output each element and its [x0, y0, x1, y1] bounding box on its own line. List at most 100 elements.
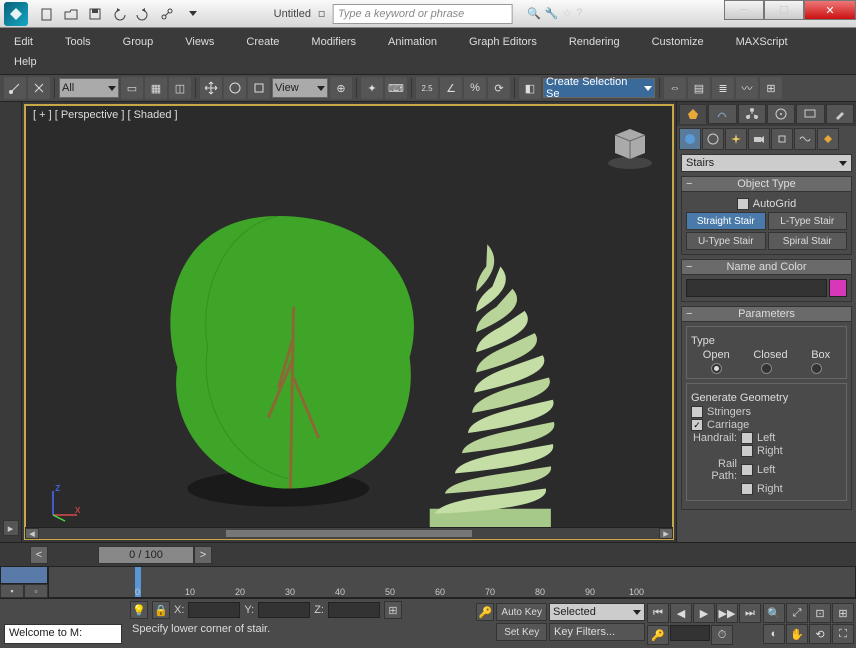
- current-frame-input[interactable]: [670, 625, 710, 641]
- move-icon[interactable]: [200, 77, 222, 99]
- schematic-icon[interactable]: ⊞: [760, 77, 782, 99]
- named-sel-icon[interactable]: ◧: [519, 77, 541, 99]
- next-frame-icon[interactable]: ▶▶: [716, 603, 738, 623]
- type-box-radio[interactable]: [811, 363, 822, 374]
- key-mode-icon[interactable]: 🔑: [476, 603, 494, 621]
- object-name-input[interactable]: [686, 279, 827, 297]
- viewport-perspective[interactable]: [ + ] [ Perspective ] [ Shaded ]: [24, 104, 674, 540]
- maximize-viewport-icon[interactable]: ⛶: [832, 624, 854, 644]
- scroll-thumb[interactable]: [225, 529, 473, 538]
- utilities-tab-icon[interactable]: [826, 104, 854, 124]
- menu-graph-editors[interactable]: Graph Editors: [463, 34, 543, 50]
- menu-animation[interactable]: Animation: [382, 34, 443, 50]
- zoom-extents-icon[interactable]: ⊡: [809, 603, 831, 623]
- menu-tools[interactable]: Tools: [59, 34, 97, 50]
- carriage-checkbox[interactable]: ✓: [691, 419, 703, 431]
- spiral-stair-button[interactable]: Spiral Stair: [768, 232, 848, 250]
- time-slider[interactable]: < 0 / 100 >: [0, 542, 856, 566]
- viewport-scrollbar[interactable]: ◂ ▸: [25, 527, 673, 539]
- motion-tab-icon[interactable]: [767, 104, 795, 124]
- object-type-rollout-header[interactable]: −Object Type: [681, 176, 852, 192]
- z-coord-input[interactable]: [328, 602, 380, 618]
- pan-icon[interactable]: ✋: [786, 624, 808, 644]
- u-type-stair-button[interactable]: U-Type Stair: [686, 232, 766, 250]
- viewcube[interactable]: [605, 121, 655, 171]
- maximize-button[interactable]: ☐: [764, 0, 804, 20]
- menu-maxscript[interactable]: MAXScript: [730, 34, 794, 50]
- menu-create[interactable]: Create: [240, 34, 285, 50]
- star-icon[interactable]: ☆: [562, 7, 572, 20]
- percent-snap-icon[interactable]: %: [464, 77, 486, 99]
- lock-selection-icon[interactable]: 💡: [130, 601, 148, 619]
- menu-edit[interactable]: Edit: [8, 34, 39, 50]
- isolate-icon[interactable]: 🔒: [152, 601, 170, 619]
- key-filter-selected-dropdown[interactable]: Selected: [549, 603, 645, 621]
- timeslider-handle[interactable]: 0 / 100: [98, 546, 194, 564]
- spinner-snap-icon[interactable]: ⟳: [488, 77, 510, 99]
- script-listener[interactable]: Welcome to M:: [4, 624, 122, 644]
- trackbar-swatch[interactable]: [0, 566, 48, 584]
- keyboard-shortcut-icon[interactable]: ⌨: [385, 77, 407, 99]
- geometry-category-icon[interactable]: [679, 128, 701, 150]
- viewport-toggle-icon[interactable]: ▸: [3, 520, 19, 536]
- zoom-icon[interactable]: 🔍: [763, 603, 785, 623]
- trackbar-mini-2-icon[interactable]: ▫: [24, 584, 48, 598]
- autogrid-checkbox[interactable]: [737, 198, 749, 210]
- scale-icon[interactable]: [248, 77, 270, 99]
- type-open-radio[interactable]: [711, 363, 722, 374]
- trackbar-mini-1-icon[interactable]: ▪: [0, 584, 24, 598]
- handrail-right-checkbox[interactable]: [741, 445, 753, 457]
- goto-start-icon[interactable]: ⏮: [647, 603, 669, 623]
- rotate-icon[interactable]: [224, 77, 246, 99]
- pivot-icon[interactable]: ⊕: [330, 77, 352, 99]
- qat-save-icon[interactable]: [84, 3, 106, 25]
- parameters-rollout-header[interactable]: −Parameters: [681, 306, 852, 322]
- select-region-icon[interactable]: ◫: [169, 77, 191, 99]
- zoom-extents-all-icon[interactable]: ⊞: [832, 603, 854, 623]
- binoculars-icon[interactable]: 🔍: [527, 7, 541, 20]
- qat-redo-icon[interactable]: [132, 3, 154, 25]
- manipulate-icon[interactable]: ✦: [361, 77, 383, 99]
- key-mode-toggle-icon[interactable]: 🔑: [647, 625, 669, 645]
- create-tab-icon[interactable]: [679, 104, 707, 124]
- menu-rendering[interactable]: Rendering: [563, 34, 626, 50]
- menu-modifiers[interactable]: Modifiers: [305, 34, 362, 50]
- type-closed-radio[interactable]: [761, 363, 772, 374]
- curve-editor-icon[interactable]: 〰: [736, 77, 758, 99]
- snap-toggle-icon[interactable]: 2.5: [416, 77, 438, 99]
- layers-icon[interactable]: ≣: [712, 77, 734, 99]
- name-color-rollout-header[interactable]: −Name and Color: [681, 259, 852, 275]
- trackbar-ruler[interactable]: 0 10 20 30 40 50 60 70 80 90 100: [48, 566, 856, 598]
- lights-category-icon[interactable]: [725, 128, 747, 150]
- railpath-right-checkbox[interactable]: [741, 483, 753, 495]
- qat-undo-icon[interactable]: [108, 3, 130, 25]
- qat-dropdown-icon[interactable]: [180, 3, 202, 25]
- y-coord-input[interactable]: [258, 602, 310, 618]
- category-dropdown[interactable]: Stairs: [681, 154, 852, 172]
- selection-filter-dropdown[interactable]: All: [59, 78, 119, 98]
- stringers-checkbox[interactable]: [691, 406, 703, 418]
- auto-key-button[interactable]: Auto Key: [496, 603, 547, 621]
- angle-snap-icon[interactable]: ∠: [440, 77, 462, 99]
- play-icon[interactable]: ▶: [693, 603, 715, 623]
- modify-tab-icon[interactable]: [708, 104, 736, 124]
- menu-customize[interactable]: Customize: [646, 34, 710, 50]
- select-link-icon[interactable]: [4, 77, 26, 99]
- ref-coord-dropdown[interactable]: View: [272, 78, 328, 98]
- scroll-left-icon[interactable]: ◂: [25, 528, 39, 539]
- shapes-category-icon[interactable]: [702, 128, 724, 150]
- helpers-category-icon[interactable]: [771, 128, 793, 150]
- cameras-category-icon[interactable]: [748, 128, 770, 150]
- railpath-left-checkbox[interactable]: [741, 464, 753, 476]
- prev-frame-icon[interactable]: ◀: [670, 603, 692, 623]
- timeslider-next-icon[interactable]: >: [194, 546, 212, 564]
- straight-stair-button[interactable]: Straight Stair: [686, 212, 766, 230]
- hierarchy-tab-icon[interactable]: [738, 104, 766, 124]
- key-filters-button[interactable]: Key Filters...: [549, 623, 645, 641]
- display-tab-icon[interactable]: [796, 104, 824, 124]
- unlink-icon[interactable]: [28, 77, 50, 99]
- menu-views[interactable]: Views: [179, 34, 220, 50]
- set-key-button[interactable]: Set Key: [496, 623, 547, 641]
- minimize-button[interactable]: ─: [724, 0, 764, 20]
- close-button[interactable]: ✕: [804, 0, 856, 20]
